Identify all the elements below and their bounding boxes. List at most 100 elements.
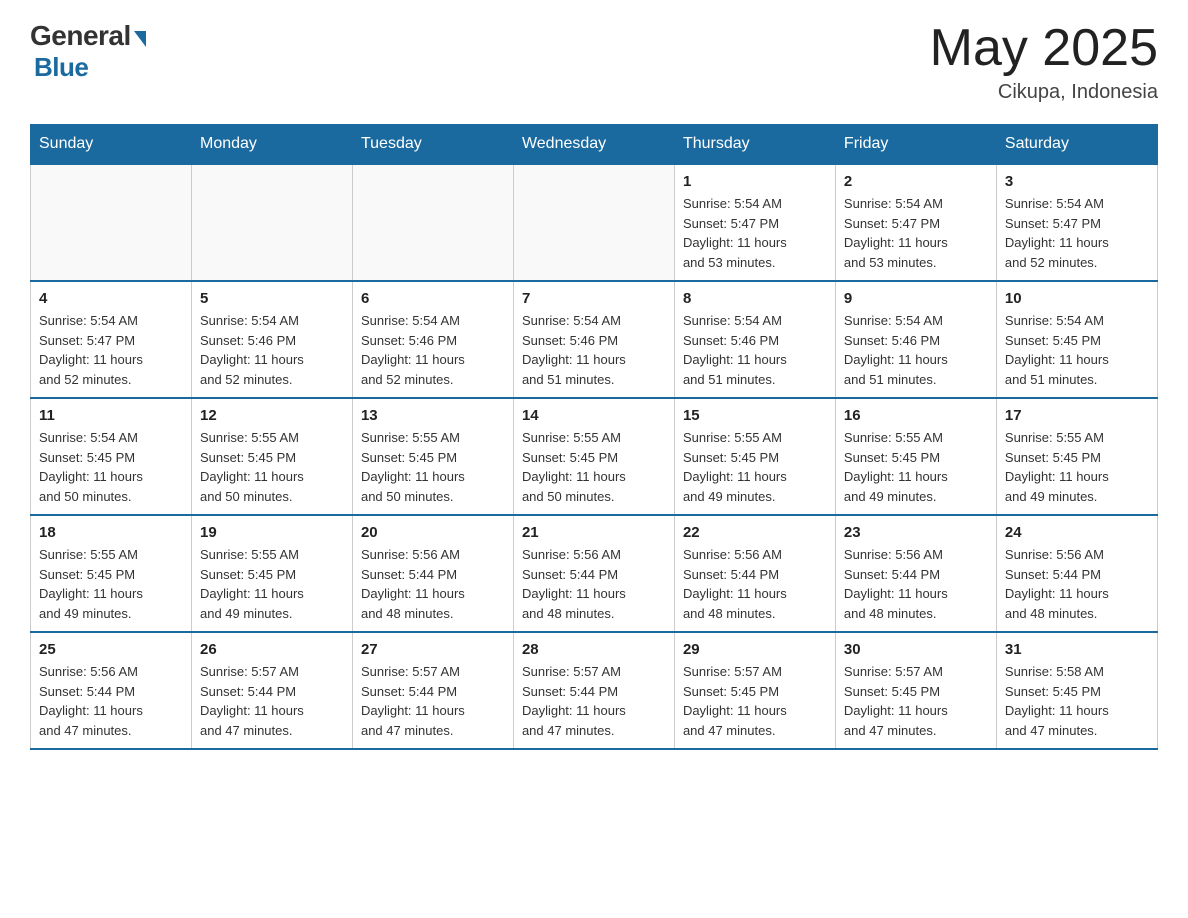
logo: General Blue [30, 20, 146, 83]
day-number: 20 [361, 524, 505, 541]
day-info: Sunrise: 5:54 AM Sunset: 5:47 PM Dayligh… [39, 311, 183, 389]
day-number: 13 [361, 407, 505, 424]
calendar-cell: 20 Sunrise: 5:56 AM Sunset: 5:44 PM Dayli… [352, 515, 513, 632]
day-info: Sunrise: 5:54 AM Sunset: 5:45 PM Dayligh… [1005, 311, 1149, 389]
calendar-cell: 7Sunrise: 5:54 AM Sunset: 5:46 PM Daylig… [513, 281, 674, 398]
calendar-cell: 27 Sunrise: 5:57 AM Sunset: 5:44 PM Dayli… [352, 632, 513, 749]
day-info: Sunrise: 5:54 AM Sunset: 5:47 PM Dayligh… [844, 194, 988, 272]
day-info: Sunrise: 5:55 AM Sunset: 5:45 PM Dayligh… [200, 545, 344, 623]
day-info: Sunrise: 5:55 AM Sunset: 5:45 PM Dayligh… [683, 428, 827, 506]
day-number: 18 [39, 524, 183, 541]
calendar-cell: 30 Sunrise: 5:57 AM Sunset: 5:45 PM Dayli… [835, 632, 996, 749]
day-info: Sunrise: 5:55 AM Sunset: 5:45 PM Dayligh… [39, 545, 183, 623]
page-title: May 2025 [930, 20, 1158, 77]
calendar-cell [352, 164, 513, 281]
calendar-week-row: 4 Sunrise: 5:54 AM Sunset: 5:47 PM Daylig… [31, 281, 1158, 398]
day-info: Sunrise: 5:56 AM Sunset: 5:44 PM Dayligh… [39, 662, 183, 740]
day-info: Sunrise: 5:54 AM Sunset: 5:47 PM Dayligh… [683, 194, 827, 272]
day-info: Sunrise: 5:54 AM Sunset: 5:46 PM Dayligh… [200, 311, 344, 389]
day-number: 1 [683, 173, 827, 190]
calendar-table: SundayMondayTuesdayWednesdayThursdayFrid… [30, 124, 1158, 750]
day-number: 17 [1005, 407, 1149, 424]
day-info: Sunrise: 5:57 AM Sunset: 5:44 PM Dayligh… [361, 662, 505, 740]
calendar-cell: 13 Sunrise: 5:55 AM Sunset: 5:45 PM Dayli… [352, 398, 513, 515]
calendar-cell: 3 Sunrise: 5:54 AM Sunset: 5:47 PM Daylig… [996, 164, 1157, 281]
day-info: Sunrise: 5:56 AM Sunset: 5:44 PM Dayligh… [1005, 545, 1149, 623]
day-number: 3 [1005, 173, 1149, 190]
day-info: Sunrise: 5:56 AM Sunset: 5:44 PM Dayligh… [844, 545, 988, 623]
logo-blue-text: Blue [34, 52, 88, 82]
day-info: Sunrise: 5:55 AM Sunset: 5:45 PM Dayligh… [522, 428, 666, 506]
day-info: Sunrise: 5:54 AM Sunset: 5:46 PM Dayligh… [361, 311, 505, 389]
day-number: 25 [39, 641, 183, 658]
column-header-saturday: Saturday [996, 125, 1157, 165]
calendar-cell: 17 Sunrise: 5:55 AM Sunset: 5:45 PM Dayli… [996, 398, 1157, 515]
day-info: Sunrise: 5:57 AM Sunset: 5:44 PM Dayligh… [200, 662, 344, 740]
calendar-header-row: SundayMondayTuesdayWednesdayThursdayFrid… [31, 125, 1158, 165]
day-info: Sunrise: 5:58 AM Sunset: 5:45 PM Dayligh… [1005, 662, 1149, 740]
day-number: 21 [522, 524, 666, 541]
calendar-week-row: 25 Sunrise: 5:56 AM Sunset: 5:44 PM Dayli… [31, 632, 1158, 749]
day-number: 9 [844, 290, 988, 307]
day-number: 24 [1005, 524, 1149, 541]
day-number: 30 [844, 641, 988, 658]
calendar-cell: 5 Sunrise: 5:54 AM Sunset: 5:46 PM Daylig… [191, 281, 352, 398]
day-info: Sunrise: 5:56 AM Sunset: 5:44 PM Dayligh… [361, 545, 505, 623]
calendar-cell: 15 Sunrise: 5:55 AM Sunset: 5:45 PM Dayli… [674, 398, 835, 515]
day-info: Sunrise: 5:55 AM Sunset: 5:45 PM Dayligh… [200, 428, 344, 506]
column-header-sunday: Sunday [31, 125, 192, 165]
calendar-cell: 23 Sunrise: 5:56 AM Sunset: 5:44 PM Dayli… [835, 515, 996, 632]
day-number: 27 [361, 641, 505, 658]
day-number: 28 [522, 641, 666, 658]
day-number: 14 [522, 407, 666, 424]
calendar-cell: 21 Sunrise: 5:56 AM Sunset: 5:44 PM Dayli… [513, 515, 674, 632]
day-info: Sunrise: 5:54 AM Sunset: 5:46 PM Dayligh… [522, 311, 666, 389]
calendar-cell: 16 Sunrise: 5:55 AM Sunset: 5:45 PM Dayli… [835, 398, 996, 515]
day-number: 15 [683, 407, 827, 424]
title-section: May 2025 Cikupa, Indonesia [930, 20, 1158, 104]
day-number: 31 [1005, 641, 1149, 658]
day-number: 4 [39, 290, 183, 307]
day-number: 12 [200, 407, 344, 424]
calendar-cell: 28 Sunrise: 5:57 AM Sunset: 5:44 PM Dayli… [513, 632, 674, 749]
day-info: Sunrise: 5:55 AM Sunset: 5:45 PM Dayligh… [844, 428, 988, 506]
day-info: Sunrise: 5:56 AM Sunset: 5:44 PM Dayligh… [683, 545, 827, 623]
day-number: 10 [1005, 290, 1149, 307]
calendar-cell: 18 Sunrise: 5:55 AM Sunset: 5:45 PM Dayli… [31, 515, 192, 632]
day-number: 26 [200, 641, 344, 658]
calendar-cell: 12 Sunrise: 5:55 AM Sunset: 5:45 PM Dayli… [191, 398, 352, 515]
calendar-cell: 8Sunrise: 5:54 AM Sunset: 5:46 PM Daylig… [674, 281, 835, 398]
day-info: Sunrise: 5:54 AM Sunset: 5:47 PM Dayligh… [1005, 194, 1149, 272]
column-header-tuesday: Tuesday [352, 125, 513, 165]
day-info: Sunrise: 5:57 AM Sunset: 5:44 PM Dayligh… [522, 662, 666, 740]
calendar-cell: 11Sunrise: 5:54 AM Sunset: 5:45 PM Dayli… [31, 398, 192, 515]
day-number: 19 [200, 524, 344, 541]
calendar-cell: 14 Sunrise: 5:55 AM Sunset: 5:45 PM Dayli… [513, 398, 674, 515]
calendar-cell: 31 Sunrise: 5:58 AM Sunset: 5:45 PM Dayli… [996, 632, 1157, 749]
calendar-cell: 1 Sunrise: 5:54 AM Sunset: 5:47 PM Daylig… [674, 164, 835, 281]
column-header-thursday: Thursday [674, 125, 835, 165]
calendar-cell: 10 Sunrise: 5:54 AM Sunset: 5:45 PM Dayli… [996, 281, 1157, 398]
logo-arrow-icon [134, 31, 146, 47]
column-header-monday: Monday [191, 125, 352, 165]
calendar-cell: 22Sunrise: 5:56 AM Sunset: 5:44 PM Dayli… [674, 515, 835, 632]
day-number: 2 [844, 173, 988, 190]
day-number: 6 [361, 290, 505, 307]
column-header-friday: Friday [835, 125, 996, 165]
day-number: 16 [844, 407, 988, 424]
calendar-cell: 25 Sunrise: 5:56 AM Sunset: 5:44 PM Dayli… [31, 632, 192, 749]
calendar-cell [191, 164, 352, 281]
calendar-cell: 2 Sunrise: 5:54 AM Sunset: 5:47 PM Daylig… [835, 164, 996, 281]
calendar-cell: 9Sunrise: 5:54 AM Sunset: 5:46 PM Daylig… [835, 281, 996, 398]
calendar-cell: 29Sunrise: 5:57 AM Sunset: 5:45 PM Dayli… [674, 632, 835, 749]
calendar-week-row: 11Sunrise: 5:54 AM Sunset: 5:45 PM Dayli… [31, 398, 1158, 515]
day-info: Sunrise: 5:55 AM Sunset: 5:45 PM Dayligh… [1005, 428, 1149, 506]
day-info: Sunrise: 5:57 AM Sunset: 5:45 PM Dayligh… [844, 662, 988, 740]
calendar-cell: 19 Sunrise: 5:55 AM Sunset: 5:45 PM Dayli… [191, 515, 352, 632]
day-number: 5 [200, 290, 344, 307]
calendar-cell: 24 Sunrise: 5:56 AM Sunset: 5:44 PM Dayli… [996, 515, 1157, 632]
day-info: Sunrise: 5:56 AM Sunset: 5:44 PM Dayligh… [522, 545, 666, 623]
logo-general-text: General [30, 20, 131, 52]
day-info: Sunrise: 5:55 AM Sunset: 5:45 PM Dayligh… [361, 428, 505, 506]
day-number: 23 [844, 524, 988, 541]
